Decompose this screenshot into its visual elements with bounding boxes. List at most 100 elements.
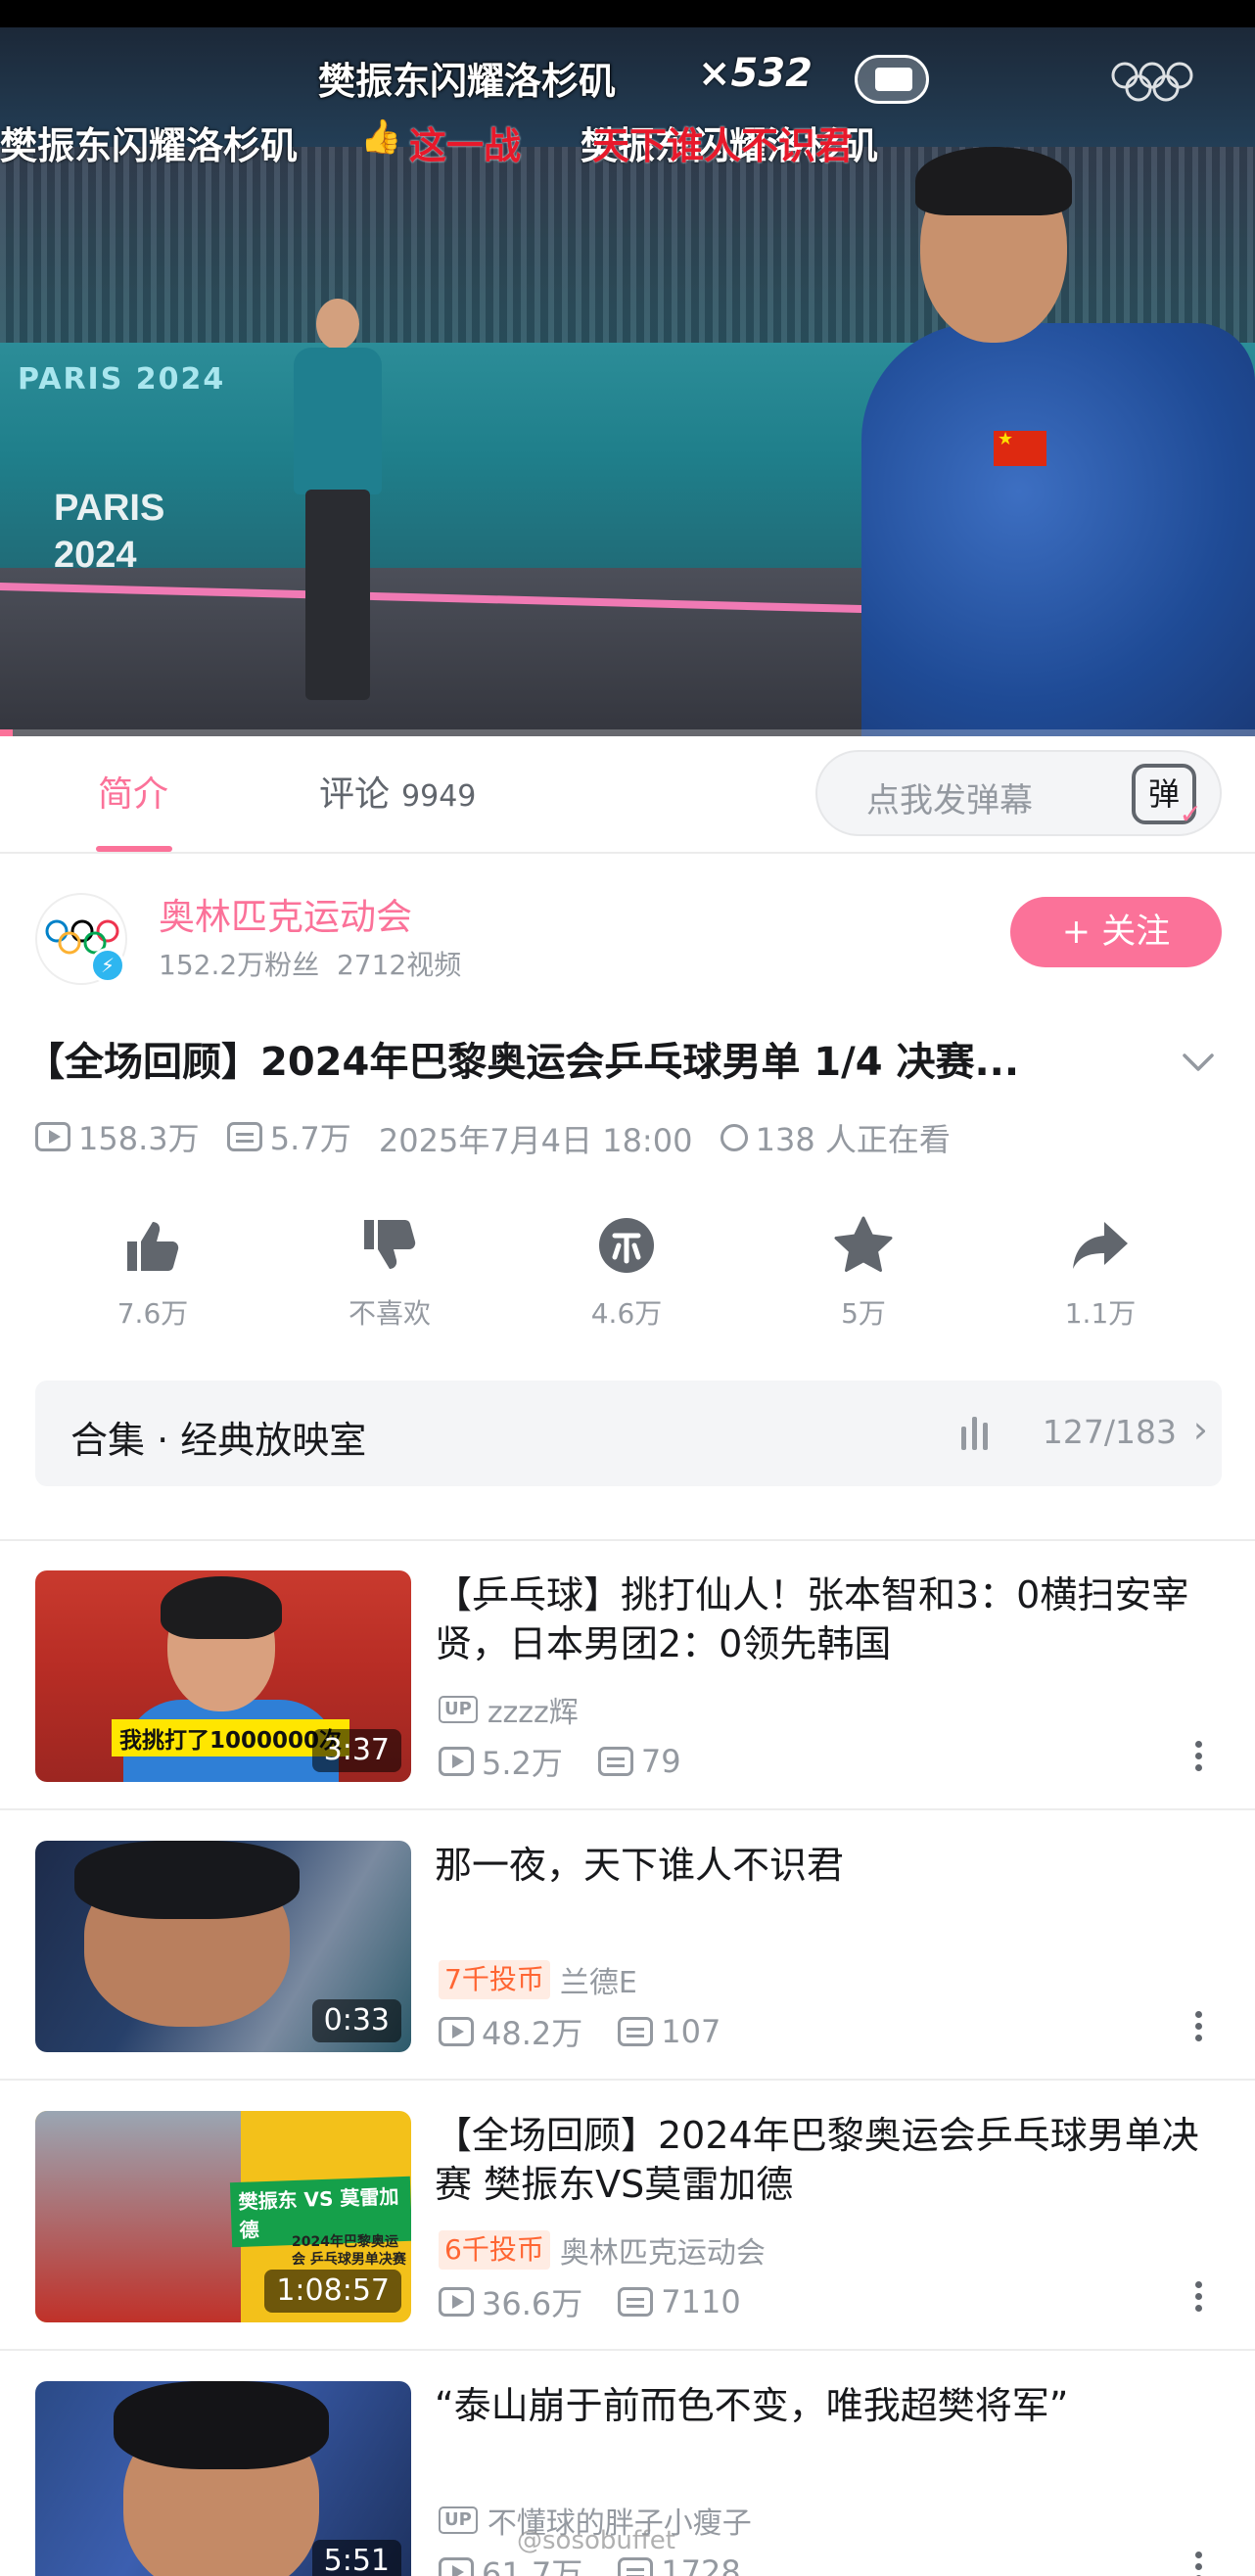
danmaku-input-placeholder: 点我发弹幕 — [866, 781, 1033, 820]
video-thumbnail[interactable]: 0:33 — [35, 1841, 411, 2052]
up-badge-icon: UP — [439, 1696, 478, 1723]
video-progress-bar[interactable] — [0, 729, 1255, 736]
danmaku-toggle-icon[interactable] — [855, 55, 929, 104]
video-meta: 158.3万 5.7万 2025年7月4日 18:00 138 人正在看 — [35, 1114, 968, 1161]
video-thumbnail[interactable]: 5:51 — [35, 2381, 411, 2576]
referee-figure — [284, 299, 392, 710]
more-options-icon[interactable] — [1186, 2277, 1210, 2317]
check-icon: ✓ — [1179, 798, 1202, 830]
related-stats: 5.2万 79 — [439, 1739, 717, 1784]
video-duration: 1:08:57 — [264, 2270, 401, 2313]
share-button[interactable]: 1.1万 — [1022, 1214, 1179, 1332]
danmaku-button-label: 弹 — [1147, 775, 1180, 813]
uploader-name[interactable]: 奥林匹克运动会 — [159, 887, 412, 940]
video-thumbnail[interactable]: 樊振东 VS 莫雷加德 2024年巴黎奥运会 乒乓球男单决赛 1:08:57 — [35, 2111, 411, 2322]
related-owner-name: zzzz辉 — [487, 1696, 579, 1730]
video-duration: 5:51 — [311, 2540, 401, 2576]
more-options-icon[interactable] — [1186, 1737, 1210, 1776]
video-duration: 3:37 — [311, 1729, 401, 1772]
favorite-count: 5万 — [841, 1297, 886, 1330]
more-options-icon[interactable] — [1186, 2548, 1210, 2576]
related-views: 48.2万 — [482, 2015, 583, 2052]
list-item[interactable]: 樊振东 VS 莫雷加德 2024年巴黎奥运会 乒乓球男单决赛 1:08:57 【… — [0, 2082, 1255, 2351]
video-title: 【全场回顾】2024年巴黎奥运会乒乓球男单 1/4 决赛... — [25, 1040, 1020, 1085]
play-count-icon — [439, 1747, 474, 1776]
collection-progress: 127/183 — [1042, 1413, 1177, 1451]
uploader-stats: 152.2万粉丝 2712视频 — [159, 944, 461, 983]
related-owner: 7千投币 兰德E — [439, 1958, 637, 2001]
related-owner-name: 兰德E — [559, 1966, 637, 2000]
collection-bar[interactable]: 合集 · 经典放映室 127/183 › — [35, 1381, 1222, 1486]
playlist-bars-icon — [961, 1417, 991, 1450]
related-danmaku: 79 — [640, 1743, 681, 1780]
related-owner: UP zzzz辉 — [439, 1688, 579, 1731]
danmaku-settings-icon[interactable]: 弹 ✓ — [1132, 764, 1202, 828]
related-views: 5.2万 — [482, 1745, 563, 1782]
thumbs-up-emoji-icon: 👍 — [360, 117, 402, 157]
danmaku-text: 樊振东闪耀洛杉矶 — [0, 124, 299, 167]
dislike-button[interactable]: 不喜欢 — [311, 1214, 468, 1332]
play-count-icon — [439, 2557, 474, 2576]
uploader-fans: 152.2万粉丝 — [159, 949, 320, 981]
related-danmaku: 1728 — [661, 2553, 741, 2576]
coin-button[interactable]: 4.6万 — [548, 1214, 705, 1332]
up-badge-icon: UP — [439, 2506, 478, 2534]
thumbs-down-icon — [364, 1220, 416, 1269]
watching-now: 138 人正在看 — [720, 1115, 951, 1160]
chevron-right-icon: › — [1192, 1408, 1208, 1451]
detail-tabs: 简介 评论 9949 点我发弹幕 弹 ✓ — [0, 736, 1255, 854]
tab-active-indicator — [96, 846, 172, 852]
danmaku-text: 这一战 — [409, 124, 522, 167]
play-count-icon — [35, 1122, 70, 1151]
danmaku-count-value: 5.7万 — [269, 1120, 351, 1157]
china-flag-icon — [994, 429, 1046, 466]
share-count: 1.1万 — [1064, 1297, 1137, 1330]
video-duration: 0:33 — [311, 1999, 401, 2042]
related-views: 36.6万 — [482, 2285, 583, 2322]
people-icon — [720, 1124, 748, 1151]
more-options-icon[interactable] — [1186, 2007, 1210, 2046]
related-owner: 6千投币 奥林匹克运动会 — [439, 2228, 766, 2272]
play-count-icon — [439, 2287, 474, 2317]
tab-comments-label: 评论 — [319, 774, 391, 815]
related-stats: 48.2万 107 — [439, 2009, 756, 2054]
scene-board-left: PARIS 2024 — [54, 488, 165, 576]
play-count-icon — [439, 2017, 474, 2046]
thumbs-up-icon — [127, 1222, 179, 1271]
video-thumbnail[interactable]: 我挑打了1000000次 3:37 — [35, 1570, 411, 1782]
follow-button[interactable]: + 关注 — [1010, 897, 1222, 967]
danmaku-input[interactable]: 点我发弹幕 弹 ✓ — [815, 750, 1222, 836]
danmaku-count-icon — [618, 2287, 654, 2317]
watermark-text: @sosobuffet — [517, 2526, 675, 2555]
video-player[interactable]: PARIS 2024 PARIS 2024 樊振东闪耀洛杉矶 ×532 樊振东闪… — [0, 0, 1255, 736]
scene-board-top: PARIS 2024 — [18, 362, 226, 397]
uploader-videos: 2712视频 — [336, 949, 462, 981]
share-icon — [1073, 1222, 1128, 1269]
olympic-rings-icon — [1111, 62, 1193, 102]
like-button[interactable]: 7.6万 — [74, 1214, 231, 1332]
tab-comments-count: 9949 — [401, 779, 477, 814]
related-title[interactable]: 【全场回顾】2024年巴黎奥运会乒乓球男单决赛 樊振东VS莫雷加德 — [435, 2111, 1208, 2209]
coin-badge: 6千投币 — [439, 2230, 550, 2270]
dislike-label: 不喜欢 — [348, 1297, 431, 1330]
player-figure — [861, 147, 1255, 736]
collection-name: 合集 · 经典放映室 — [70, 1419, 367, 1462]
view-count-value: 158.3万 — [78, 1120, 200, 1157]
thumbnail-subcaption: 2024年巴黎奥运会 乒乓球男单决赛 — [292, 2234, 406, 2268]
danmaku-text: 樊振东闪耀洛杉矶 — [318, 60, 617, 103]
related-title[interactable]: 【乒乓球】挑打仙人！张本智和3：0横扫安宰贤，日本男团2：0领先韩国 — [435, 1570, 1208, 1668]
chevron-down-icon[interactable] — [1179, 1043, 1218, 1082]
related-title[interactable]: “泰山崩于前而色不变，唯我超樊将军” — [435, 2381, 1208, 2430]
list-item[interactable]: 我挑打了1000000次 3:37 【乒乓球】挑打仙人！张本智和3：0横扫安宰贤… — [0, 1541, 1255, 1810]
view-count: 158.3万 — [35, 1114, 200, 1159]
publish-date: 2025年7月4日 18:00 — [378, 1122, 693, 1159]
action-bar: 7.6万 不喜欢 4.6万 5万 1.1万 — [0, 1214, 1255, 1341]
tab-comments[interactable]: 评论 9949 — [319, 766, 476, 817]
danmaku-count-icon — [226, 1122, 262, 1151]
related-title[interactable]: 那一夜，天下谁人不识君 — [435, 1841, 1208, 1890]
favorite-button[interactable]: 5万 — [785, 1214, 942, 1332]
tab-intro[interactable]: 简介 — [98, 766, 168, 817]
list-item[interactable]: 0:33 那一夜，天下谁人不识君 7千投币 兰德E 48.2万 107 — [0, 1811, 1255, 2081]
video-progress-fill — [0, 729, 13, 736]
danmaku-count: 5.7万 — [226, 1114, 351, 1159]
